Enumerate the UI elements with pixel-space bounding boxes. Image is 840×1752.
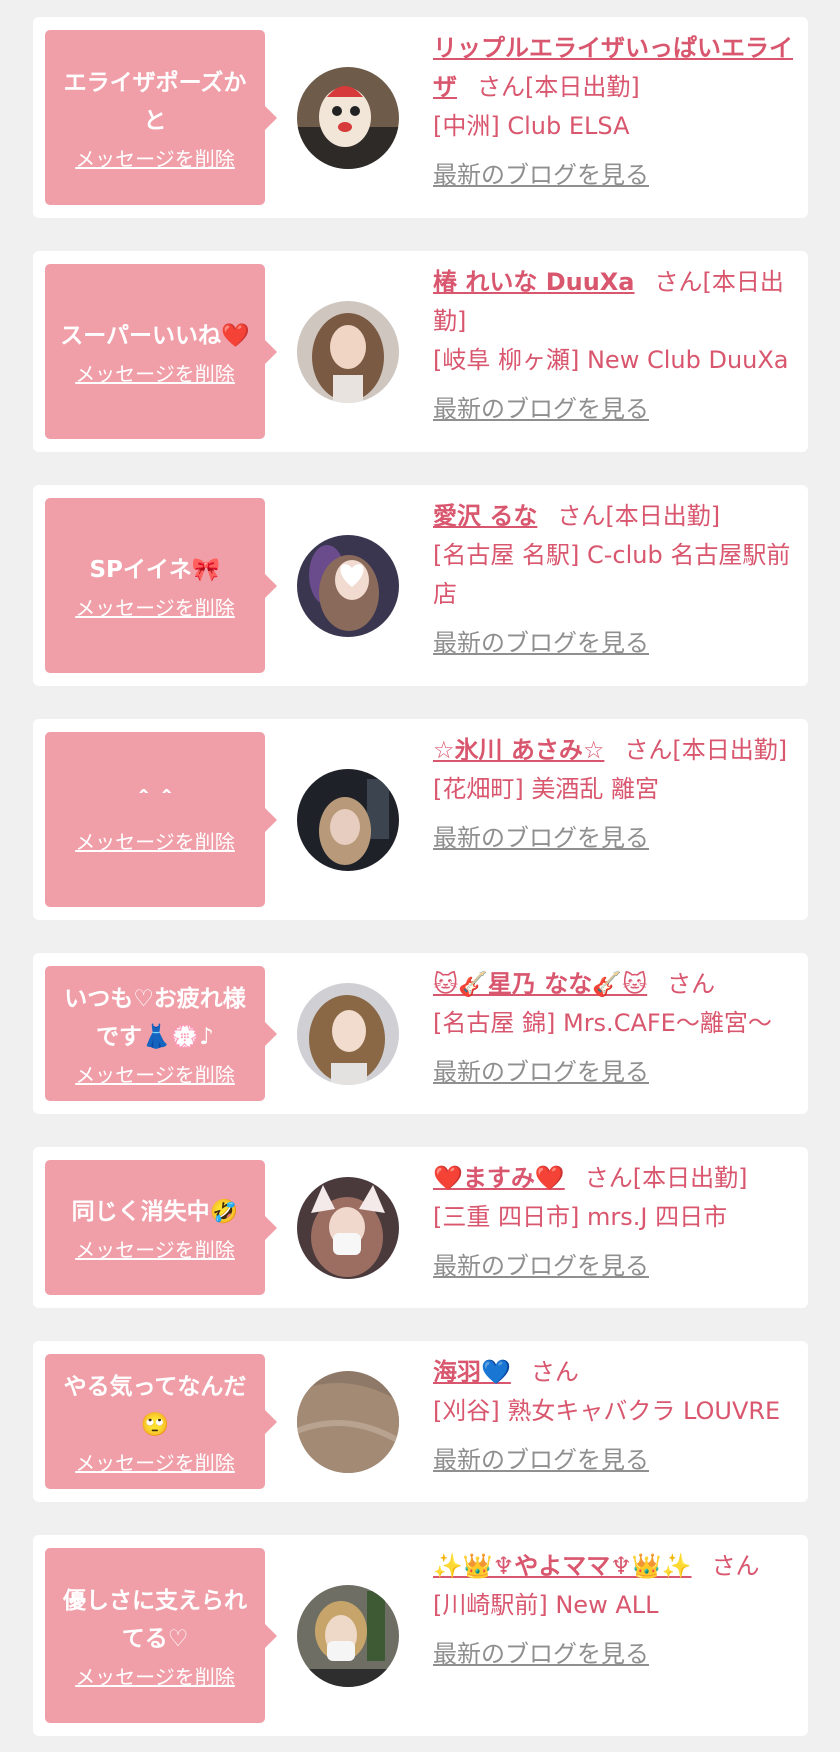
profile-status: さん [711,1552,760,1580]
latest-blog-link[interactable]: 最新のブログを見る [433,624,649,663]
profile-info: リップルエライザいっぱいエライザ さん[本日出勤] [中洲] Club ELSA … [433,29,800,195]
message-text: エライザポーズかと [63,69,247,134]
avatar[interactable] [297,1370,399,1473]
message-card: やる気ってなんだ🙄 メッセージを削除 海羽💙 さん [刈谷] 熟女キャバクラ LO… [33,1341,808,1502]
profile-status: さん[本日出勤] [624,736,788,764]
shop-name: [岐阜 柳ヶ瀬] New Club DuuXa [433,346,789,374]
shop-name: [名古屋 錦] Mrs.CAFE～離宮～ [433,1009,772,1037]
message-text: やる気ってなんだ🙄 [63,1373,247,1438]
avatar[interactable] [297,1584,399,1687]
message-card: 優しさに支えられてる♡ メッセージを削除 ✨👑♆やよママ♆👑✨ さん [川崎駅前]… [33,1535,808,1736]
profile-status: さん[本日出勤] [584,1164,748,1192]
profile-name-link[interactable]: ✨👑♆やよママ♆👑✨ [433,1552,692,1580]
avatar[interactable] [297,300,399,403]
message-bubble: 優しさに支えられてる♡ メッセージを削除 [45,1548,277,1723]
delete-message-link[interactable]: メッセージを削除 [75,826,235,855]
latest-blog-link[interactable]: 最新のブログを見る [433,1635,649,1674]
profile-info: ☆氷川 あさみ☆ さん[本日出勤] [花畑町] 美酒乱 離宮 最新のブログを見る [433,731,800,858]
delete-message-link[interactable]: メッセージを削除 [75,592,235,621]
profile-status: さん [530,1358,579,1386]
avatar[interactable] [297,1176,399,1279]
message-bubble: ＾＾ メッセージを削除 [45,732,277,907]
shop-name: [刈谷] 熟女キャバクラ LOUVRE [433,1397,781,1425]
message-card: いつも♡お疲れ様です👗💮♪ メッセージを削除 🐱🎸星乃 なな🎸🐱 さん [名古屋 … [33,953,808,1114]
message-card: エライザポーズかと メッセージを削除 リップルエライザいっぱいエライザ さん[本日… [33,17,808,218]
message-bubble: 同じく消失中🤣 メッセージを削除 [45,1160,277,1295]
profile-info: 🐱🎸星乃 なな🎸🐱 さん [名古屋 錦] Mrs.CAFE～離宮～ 最新のブログを… [433,965,800,1092]
profile-status: さん [667,970,716,998]
delete-message-link[interactable]: メッセージを削除 [75,358,235,387]
shop-name: [川崎駅前] New ALL [433,1591,659,1619]
avatar[interactable] [297,982,399,1085]
message-text: 優しさに支えられてる♡ [63,1587,247,1652]
latest-blog-link[interactable]: 最新のブログを見る [433,390,649,429]
message-bubble: エライザポーズかと メッセージを削除 [45,30,277,205]
profile-name-link[interactable]: 海羽💙 [433,1358,511,1386]
profile-info: ❤️ますみ❤️ さん[本日出勤] [三重 四日市] mrs.J 四日市 最新のブロ… [433,1159,800,1286]
message-card: ＾＾ メッセージを削除 ☆氷川 あさみ☆ さん[本日出勤] [花畑町] 美酒乱 離… [33,719,808,920]
delete-message-link[interactable]: メッセージを削除 [75,1447,235,1476]
profile-status: さん[本日出勤] [477,73,640,101]
delete-message-link[interactable]: メッセージを削除 [75,1661,235,1690]
message-card: SPイイネ🎀 メッセージを削除 愛沢 るな さん[本日出勤] [名古屋 名駅] C… [33,485,808,686]
message-bubble: スーパーいいね❤️ メッセージを削除 [45,264,277,439]
profile-info: 海羽💙 さん [刈谷] 熟女キャバクラ LOUVRE 最新のブログを見る [433,1353,800,1480]
message-bubble: いつも♡お疲れ様です👗💮♪ メッセージを削除 [45,966,277,1101]
message-bubble: やる気ってなんだ🙄 メッセージを削除 [45,1354,277,1489]
message-text: いつも♡お疲れ様です👗💮♪ [64,985,246,1050]
message-text: 同じく消失中🤣 [71,1198,239,1225]
message-list: エライザポーズかと メッセージを削除 リップルエライザいっぱいエライザ さん[本日… [0,0,840,1752]
avatar[interactable] [297,66,399,169]
latest-blog-link[interactable]: 最新のブログを見る [433,1247,649,1286]
shop-name: [中洲] Club ELSA [433,112,630,140]
profile-name-link[interactable]: 愛沢 るな [433,502,537,530]
message-text: SPイイネ🎀 [89,556,221,583]
profile-info: 愛沢 るな さん[本日出勤] [名古屋 名駅] C-club 名古屋駅前店 最新の… [433,497,800,663]
shop-name: [花畑町] 美酒乱 離宮 [433,775,659,803]
latest-blog-link[interactable]: 最新のブログを見る [433,1053,649,1092]
shop-name: [名古屋 名駅] C-club 名古屋駅前店 [433,541,791,608]
avatar[interactable] [297,768,399,871]
latest-blog-link[interactable]: 最新のブログを見る [433,819,649,858]
profile-name-link[interactable]: 🐱🎸星乃 なな🎸🐱 [433,970,647,998]
shop-name: [三重 四日市] mrs.J 四日市 [433,1203,728,1231]
delete-message-link[interactable]: メッセージを削除 [75,1234,235,1263]
profile-info: ✨👑♆やよママ♆👑✨ さん [川崎駅前] New ALL 最新のブログを見る [433,1547,800,1674]
latest-blog-link[interactable]: 最新のブログを見る [433,156,649,195]
message-card: スーパーいいね❤️ メッセージを削除 椿 れいな DuuXa さん[本日出勤] [… [33,251,808,452]
latest-blog-link[interactable]: 最新のブログを見る [433,1441,649,1480]
profile-name-link[interactable]: ❤️ますみ❤️ [433,1164,565,1192]
profile-name-link[interactable]: ☆氷川 あさみ☆ [433,736,604,764]
profile-status: さん[本日出勤] [557,502,721,530]
delete-message-link[interactable]: メッセージを削除 [75,1059,235,1088]
delete-message-link[interactable]: メッセージを削除 [75,143,235,172]
message-card: 同じく消失中🤣 メッセージを削除 ❤️ますみ❤️ さん[本日出勤] [三重 四日市… [33,1147,808,1308]
message-text: スーパーいいね❤️ [60,322,250,349]
profile-name-link[interactable]: 椿 れいな DuuXa [433,268,635,296]
profile-info: 椿 れいな DuuXa さん[本日出勤] [岐阜 柳ヶ瀬] New Club Du… [433,263,800,429]
message-bubble: SPイイネ🎀 メッセージを削除 [45,498,277,673]
avatar[interactable] [297,534,399,637]
message-text: ＾＾ [132,790,178,817]
